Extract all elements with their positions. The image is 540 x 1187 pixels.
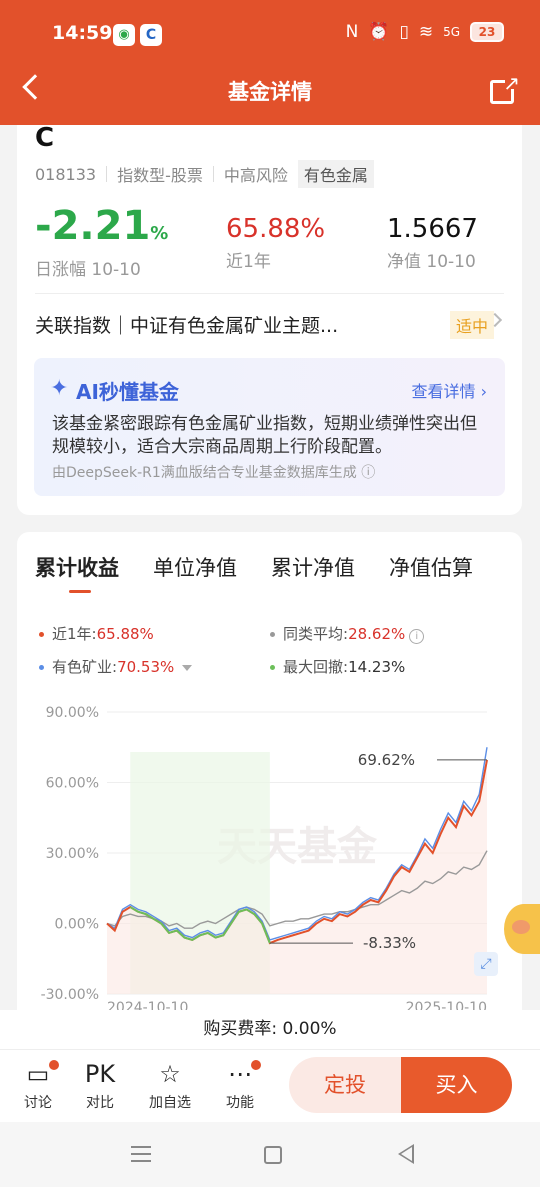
discuss-button[interactable]: ▭ 讨论 <box>13 1058 63 1112</box>
related-index-row[interactable]: 关联指数｜中证有色金属矿业主题... <box>35 311 504 338</box>
chevron-down-icon <box>182 664 193 671</box>
chat-bubble-icon: ▭ <box>13 1058 63 1090</box>
legend-fund: 近1年:65.88% <box>39 623 154 644</box>
signal-icon: 5G <box>443 25 460 39</box>
x-tick-label: 2024-10-10 <box>107 1000 188 1010</box>
legend-peer: 同类平均:28.62% i <box>270 623 425 644</box>
browser-icon: C <box>140 24 162 46</box>
system-nav-bar <box>0 1122 540 1187</box>
share-icon[interactable] <box>490 71 520 104</box>
tab-cumulative-nav[interactable]: 累计净值 <box>271 552 355 582</box>
nav-label: 净值 10-10 <box>387 252 476 272</box>
fund-summary-card: C 018133 指数型-股票 中高风险 有色金属 -2.21% 日涨幅 10-… <box>17 123 522 515</box>
x-tick-label: 2025-10-10 <box>406 1000 487 1010</box>
index-valuation-tag: 适中 <box>449 311 494 339</box>
back-triangle-icon[interactable] <box>398 1144 414 1164</box>
vibrate-icon: ▯ <box>399 22 409 42</box>
y-tick-label: 30.00% <box>46 846 99 862</box>
page-title: 基金详情 <box>228 80 312 104</box>
battery-icon: 23 <box>470 22 504 42</box>
compare-button[interactable]: PK 对比 <box>75 1058 125 1112</box>
active-tab-indicator <box>69 590 91 593</box>
daily-change-stat: -2.21% 日涨幅 10-10 <box>35 203 168 280</box>
status-icons: N ⏰ ▯ ≋ 5G 23 <box>346 22 504 42</box>
ai-summary-text: 该基金紧密跟踪有色金属矿业指数，短期业绩弹性突出但规模较小，适合大宗商品周期上行… <box>52 414 477 457</box>
fund-meta: 018133 指数型-股票 中高风险 有色金属 <box>35 160 374 188</box>
alarm-icon: ⏰ <box>368 22 390 42</box>
buy-button[interactable]: 买入 <box>401 1057 512 1113</box>
divider <box>35 293 504 294</box>
add-watchlist-button[interactable]: ☆ 加自选 <box>145 1058 195 1112</box>
year-return-label: 近1年 <box>226 252 271 272</box>
info-icon[interactable]: i <box>409 629 425 644</box>
ai-view-details-link[interactable]: 查看详情 › <box>412 378 488 402</box>
ai-source-note: 由DeepSeek-R1满血版结合专业基金数据库生成 ⓘ <box>52 465 376 481</box>
ai-title: AI秒懂基金 <box>76 380 179 404</box>
daily-change-value: -2.21 <box>35 203 151 249</box>
fund-sector-tag[interactable]: 有色金属 <box>297 160 374 188</box>
ai-summary-box[interactable]: ✦ AI秒懂基金 查看详情 › 该基金紧密跟踪有色金属矿业指数，短期业绩弹性突出… <box>34 358 505 496</box>
tab-cumulative-return[interactable]: 累计收益 <box>35 552 119 582</box>
legend-drawdown: 最大回撤:14.23% <box>270 656 405 677</box>
y-tick-label: 60.00% <box>46 776 99 792</box>
legend-index[interactable]: 有色矿业:70.53% <box>39 656 193 677</box>
sparkle-icon: ✦ <box>50 376 69 401</box>
fund-name: C <box>35 123 55 153</box>
star-icon: ☆ <box>159 1060 181 1088</box>
annotation-min: -8.33% <box>363 934 416 952</box>
nav-value: 1.5667 <box>387 214 478 244</box>
mascot-icon[interactable] <box>504 904 540 954</box>
buy-fee-rate: 购买费率: 0.00% <box>0 1010 540 1050</box>
fixed-investment-button[interactable]: 定投 <box>289 1057 401 1113</box>
more-dots-icon: ⋯ <box>215 1058 265 1090</box>
fund-risk: 中高风险 <box>223 166 288 185</box>
nfc-icon: N <box>345 22 359 42</box>
fund-code: 018133 <box>35 164 97 184</box>
performance-chart-card: 累计收益 单位净值 累计净值 净值估算 近1年:65.88% 同类平均:28.6… <box>17 532 522 1010</box>
functions-button[interactable]: ⋯ 功能 <box>215 1058 265 1112</box>
menu-icon[interactable] <box>131 1146 151 1167</box>
pk-icon: PK <box>84 1060 116 1088</box>
expand-icon[interactable]: ⤢ <box>474 952 498 976</box>
wifi-icon: ≋ <box>418 22 434 42</box>
annotation-max: 69.62% <box>358 751 415 769</box>
year-return-value: 65.88% <box>226 214 326 244</box>
fund-type: 指数型-股票 <box>117 166 203 185</box>
status-time: 14:59 <box>52 22 113 44</box>
tab-unit-nav[interactable]: 单位净值 <box>153 552 237 582</box>
y-tick-label: -30.00% <box>41 987 99 1003</box>
y-tick-label: 90.00% <box>46 705 99 721</box>
bottom-action-bar: ▭ 讨论 PK 对比 ☆ 加自选 ⋯ 功能 定投 买入 <box>0 1050 540 1122</box>
header: 14:59 ◉ C N ⏰ ▯ ≋ 5G 23 基金详情 <box>0 0 540 125</box>
chart-tabs: 累计收益 单位净值 累计净值 净值估算 <box>35 552 522 582</box>
y-tick-label: 0.00% <box>55 917 99 933</box>
daily-change-label: 日涨幅 10-10 <box>35 260 141 280</box>
wechat-icon: ◉ <box>113 24 135 46</box>
tab-nav-estimate[interactable]: 净值估算 <box>389 552 473 582</box>
return-chart[interactable]: 90.00%60.00%30.00%0.00%-30.00%天天基金69.62%… <box>17 692 522 1010</box>
daily-change-unit: % <box>150 223 169 244</box>
nav-stat: 1.5667 净值 10-10 <box>387 213 478 272</box>
year-return-stat: 65.88% 近1年 <box>226 213 325 272</box>
home-icon[interactable] <box>264 1146 282 1164</box>
